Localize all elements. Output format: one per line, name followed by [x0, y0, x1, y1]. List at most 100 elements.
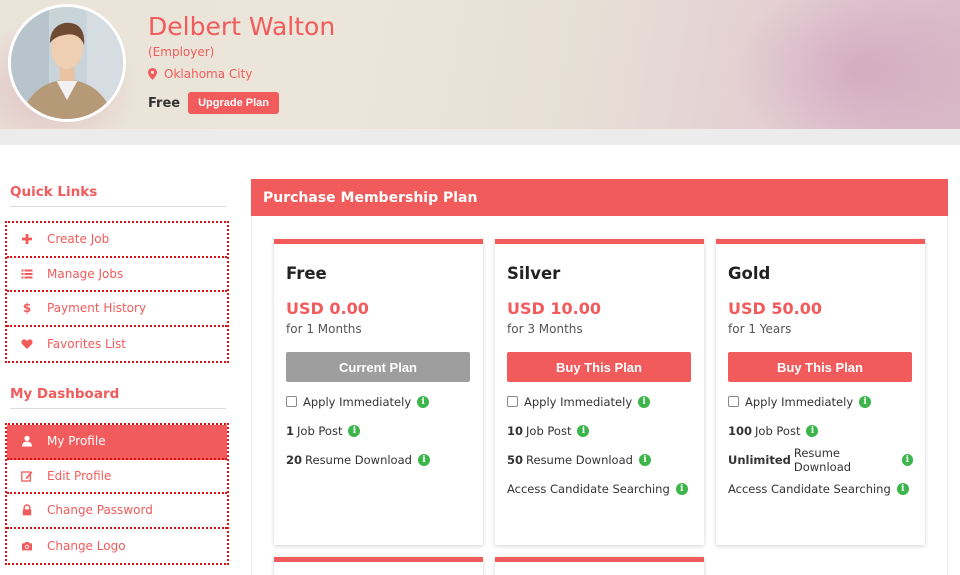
info-icon[interactable]: i [417, 453, 430, 466]
sidebar-item-label: Payment History [47, 301, 147, 316]
feature-label: Apply Immediately [524, 394, 633, 409]
map-pin-icon [148, 68, 157, 80]
feature-apply: Apply Immediately i [286, 392, 471, 411]
plan-duration: for 1 Months [286, 322, 362, 336]
current-plan-label: Free [148, 95, 181, 111]
location-text: Oklahoma City [164, 67, 253, 81]
divider [10, 408, 226, 409]
camera-icon [19, 539, 35, 553]
feature-count: 10 [507, 423, 524, 438]
dollar-icon: $ [22, 301, 32, 316]
feature-count: 100 [728, 423, 753, 438]
profile-name: Delbert Walton [148, 12, 336, 41]
lock-icon [19, 503, 35, 517]
info-icon[interactable]: i [896, 482, 909, 495]
info-icon[interactable]: i [859, 395, 872, 408]
plan-name: Free [286, 264, 327, 283]
plan-price: USD 0.00 [286, 299, 369, 318]
info-icon[interactable]: i [638, 453, 651, 466]
sidebar-item-my-profile[interactable]: My Profile [7, 425, 227, 460]
feature-search: Access Candidate Searching i [507, 479, 692, 498]
feature-count: 20 [286, 452, 303, 467]
plan-card-partial [495, 557, 704, 575]
sidebar-item-edit-profile[interactable]: Edit Profile [7, 460, 227, 494]
sidebar-item-label: Change Logo [47, 538, 126, 553]
quick-links-list: Create Job Manage Jobs $ Payment History… [5, 221, 229, 363]
buy-plan-button[interactable]: Buy This Plan [728, 352, 912, 382]
plan-duration: for 3 Months [507, 322, 583, 336]
feature-label: Resume Download [305, 452, 412, 467]
plan-card-silver: Silver USD 10.00 for 3 Months Buy This P… [495, 239, 704, 545]
plan-card-gold: Gold USD 50.00 for 1 Years Buy This Plan… [716, 239, 925, 545]
feature-count: Unlimited [728, 452, 791, 467]
panel-title: Purchase Membership Plan [251, 179, 948, 216]
profile-header: Delbert Walton (Employer) Oklahoma City … [0, 0, 960, 129]
feature-count: 1 [286, 423, 295, 438]
quick-links-heading: Quick Links [10, 184, 98, 200]
feature-resume: 50 Resume Download i [507, 450, 692, 469]
feature-label: Apply Immediately [303, 394, 412, 409]
plan-price: USD 50.00 [728, 299, 822, 318]
sidebar-item-label: My Profile [47, 434, 106, 449]
info-icon[interactable]: i [806, 424, 819, 437]
feature-label: Resume Download [526, 452, 633, 467]
sidebar-item-label: Edit Profile [47, 468, 112, 483]
sidebar-item-label: Favorites List [47, 336, 126, 351]
plan-price: USD 10.00 [507, 299, 601, 318]
plan-name: Gold [728, 264, 771, 283]
feature-job-post: 1 Job Post i [286, 421, 471, 440]
feature-apply: Apply Immediately i [507, 392, 692, 411]
user-icon [19, 434, 35, 448]
plan-card-free: Free USD 0.00 for 1 Months Current Plan … [274, 239, 483, 545]
feature-label: Apply Immediately [745, 394, 854, 409]
current-plan-button: Current Plan [286, 352, 470, 382]
plan-row: Free Upgrade Plan [148, 92, 279, 114]
edit-icon [19, 469, 35, 483]
buy-plan-button[interactable]: Buy This Plan [507, 352, 691, 382]
feature-job-post: 100 Job Post i [728, 421, 913, 440]
feature-label: Access Candidate Searching [507, 481, 670, 496]
apply-immediately-checkbox[interactable] [286, 396, 297, 407]
apply-immediately-checkbox[interactable] [507, 396, 518, 407]
info-icon[interactable]: i [901, 453, 913, 466]
info-icon[interactable]: i [638, 395, 651, 408]
sidebar-item-favorites-list[interactable]: Favorites List [7, 327, 227, 362]
sidebar-item-label: Create Job [47, 232, 110, 247]
feature-label: Job Post [297, 423, 343, 438]
heart-icon [19, 337, 35, 351]
sidebar-item-change-logo[interactable]: Change Logo [7, 529, 227, 564]
sidebar-item-manage-jobs[interactable]: Manage Jobs [7, 258, 227, 292]
feature-label: Job Post [526, 423, 572, 438]
avatar [8, 4, 126, 122]
info-icon[interactable]: i [348, 424, 361, 437]
info-icon[interactable]: i [417, 395, 430, 408]
header-divider [0, 129, 960, 145]
feature-resume: Unlimited Resume Download i [728, 446, 913, 474]
feature-search: Access Candidate Searching i [728, 479, 913, 498]
divider [10, 206, 226, 207]
list-icon [19, 267, 35, 281]
sidebar-item-label: Change Password [47, 503, 153, 518]
sidebar-item-payment-history[interactable]: $ Payment History [7, 292, 227, 327]
feature-count: 50 [507, 452, 524, 467]
profile-location: Oklahoma City [148, 67, 252, 81]
upgrade-plan-button[interactable]: Upgrade Plan [188, 92, 279, 114]
dashboard-links-list: My Profile Edit Profile Change Password … [5, 423, 229, 565]
sidebar-item-label: Manage Jobs [47, 266, 124, 281]
info-icon[interactable]: i [577, 424, 590, 437]
feature-resume: 20 Resume Download i [286, 450, 471, 469]
feature-job-post: 10 Job Post i [507, 421, 692, 440]
feature-label: Resume Download [793, 445, 852, 474]
feature-label: Job Post [755, 423, 801, 438]
feature-label: Access Candidate Searching [728, 481, 891, 496]
sidebar-item-change-password[interactable]: Change Password [7, 494, 227, 529]
info-icon[interactable]: i [675, 482, 688, 495]
plan-name: Silver [507, 264, 561, 283]
plan-duration: for 1 Years [728, 322, 792, 336]
plan-card-partial [274, 557, 483, 575]
dashboard-heading: My Dashboard [10, 386, 120, 402]
profile-role: (Employer) [148, 45, 215, 59]
plus-icon [19, 232, 35, 246]
sidebar-item-create-job[interactable]: Create Job [7, 223, 227, 258]
apply-immediately-checkbox[interactable] [728, 396, 739, 407]
